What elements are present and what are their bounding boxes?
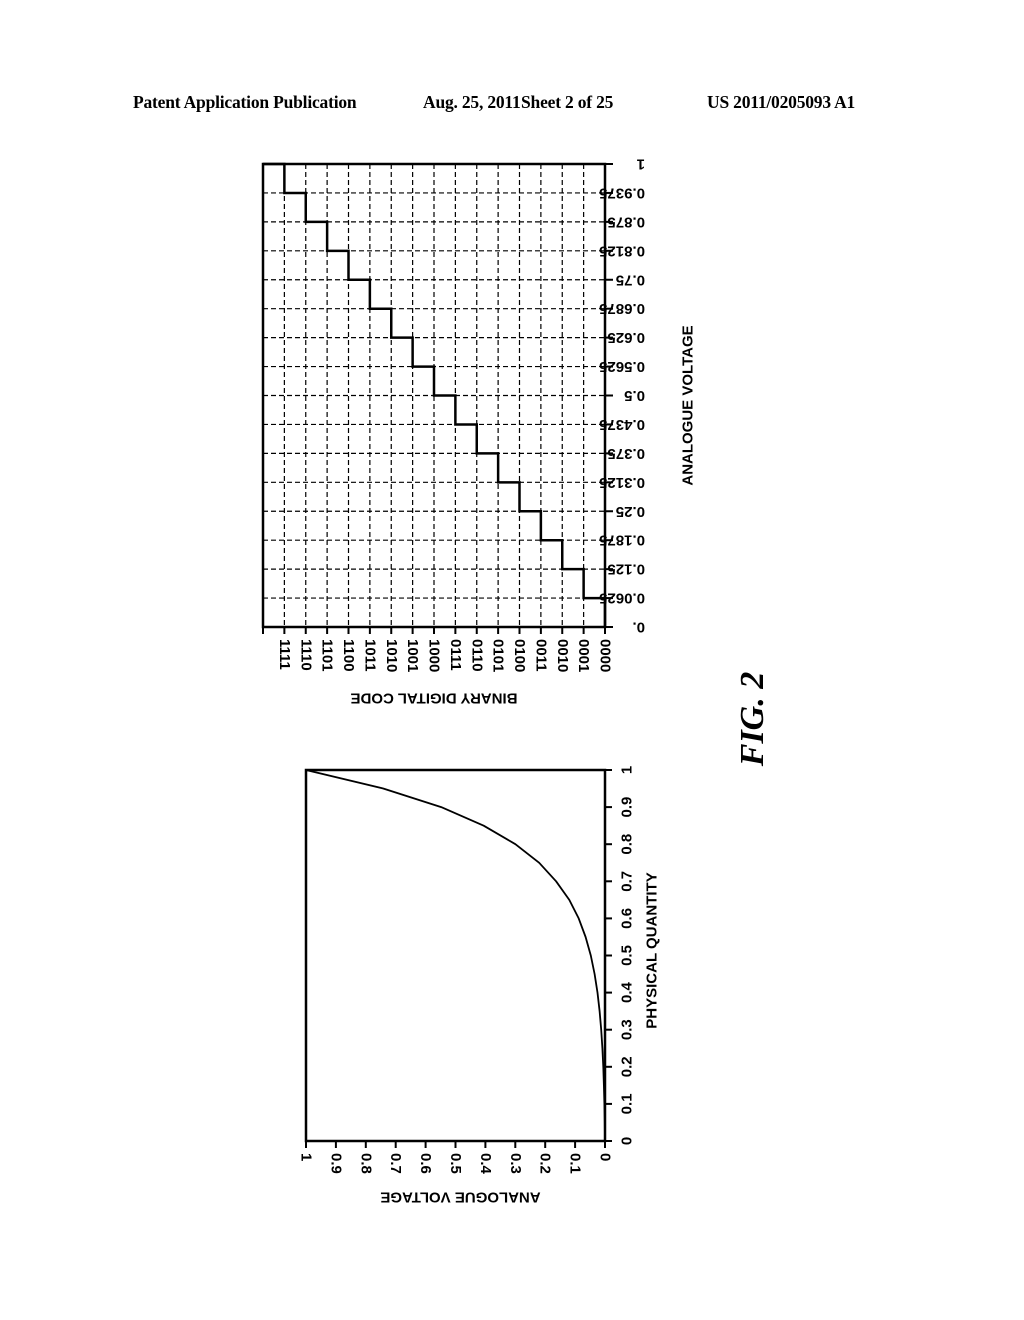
x-tick-label: 0.125 [607,561,645,578]
y-tick-label: 0001 [575,639,592,672]
x-tick-label: 0.875 [607,213,645,230]
y-tick-label: 0000 [597,639,614,672]
x-tick-label: 0.6875 [599,300,645,317]
x-tick-label: 0.1875 [599,532,645,549]
x-tick-label: 0.375 [607,445,645,462]
x-tick-label: 0.625 [607,329,645,346]
y-tick-label: 1000 [426,639,443,672]
y-tick-label: 0011 [532,639,549,672]
y-tick-label: 1001 [404,639,421,672]
x-tick-label: 0.5 [624,387,645,404]
y-tick-label: 1111 [276,639,293,670]
y-tick-label: 1101 [319,639,336,672]
y-tick-label: 1011 [361,639,378,672]
x-tick-label: 0.5625 [599,358,645,375]
y-tick-label: 0101 [490,639,507,672]
y-tick-label: 1100 [340,639,357,672]
x-tick-label: 1 [637,156,645,173]
y-axis-title: BINARY DIGITAL CODE [351,690,518,707]
x-tick-label: 0.75 [616,271,645,288]
x-tick-label: 0.25 [616,503,645,520]
x-tick-label: 0.4375 [599,416,645,433]
x-axis-title: ANALOGUE VOLTAGE [680,325,697,485]
x-tick-label: 0.3125 [599,474,645,491]
y-tick-label: 0010 [554,639,571,672]
figure-label: FIG. 2 [734,671,772,767]
adc-staircase-chart: 0.0.06250.1250.18750.250.31250.3750.4375… [261,156,697,707]
x-tick-label: 0. [632,619,645,636]
x-tick-label: 0.9375 [599,184,645,201]
y-tick-label: 1010 [383,639,400,672]
y-tick-label: 0110 [468,639,485,672]
x-tick-label: 0.8125 [599,242,645,259]
y-tick-label: 0100 [511,639,528,672]
y-tick-label: 0111 [447,639,464,671]
y-tick-label: 1110 [297,639,314,671]
